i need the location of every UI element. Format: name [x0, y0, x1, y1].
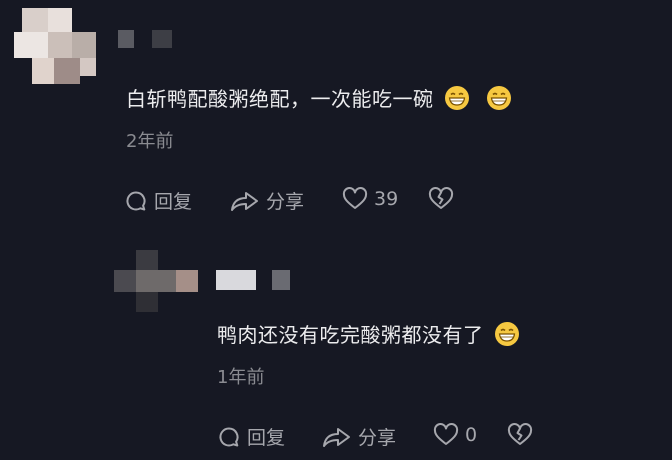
reply-avatar[interactable] — [114, 250, 198, 312]
avatar[interactable] — [14, 8, 96, 90]
grinning-face-emoji — [486, 85, 512, 111]
dislike-button[interactable] — [428, 187, 460, 211]
reply-reply-button[interactable]: 回复 — [217, 423, 285, 450]
grinning-face-emoji — [444, 85, 470, 111]
like-button[interactable]: 39 — [342, 187, 398, 211]
comment-time: 2年前 — [126, 131, 174, 152]
comment-bubble-icon — [126, 190, 146, 210]
reply-text-content: 鸭肉还没有吃完酸粥都没有了 — [217, 323, 484, 347]
reply-text: 鸭肉还没有吃完酸粥都没有了 — [217, 319, 520, 348]
like-count: 39 — [374, 188, 399, 210]
share-arrow-icon — [323, 427, 350, 447]
reply-dislike-button[interactable] — [507, 423, 539, 447]
share-button[interactable]: 分享 — [230, 187, 304, 214]
broken-heart-icon — [507, 423, 533, 445]
heart-icon — [342, 187, 368, 209]
like-count: 0 — [465, 424, 478, 446]
share-arrow-icon — [231, 191, 258, 211]
reply-like-button[interactable]: 0 — [433, 423, 477, 447]
reply-time: 1年前 — [217, 367, 265, 388]
username[interactable] — [118, 30, 178, 48]
reply-button[interactable]: 回复 — [124, 187, 192, 214]
reply-label: 回复 — [247, 427, 286, 449]
share-label: 分享 — [266, 191, 305, 213]
reply-share-button[interactable]: 分享 — [322, 423, 396, 450]
comment-bubble-icon — [219, 426, 239, 446]
heart-icon — [433, 423, 459, 445]
share-label: 分享 — [358, 427, 397, 449]
broken-heart-icon — [428, 187, 454, 209]
comment-text-content: 白斩鸭配酸粥绝配，一次能吃一碗 — [126, 87, 434, 111]
comment-text: 白斩鸭配酸粥绝配，一次能吃一碗 — [126, 83, 512, 112]
reply-username[interactable] — [216, 270, 296, 290]
reply-label: 回复 — [154, 191, 193, 213]
grinning-face-emoji — [494, 321, 520, 347]
